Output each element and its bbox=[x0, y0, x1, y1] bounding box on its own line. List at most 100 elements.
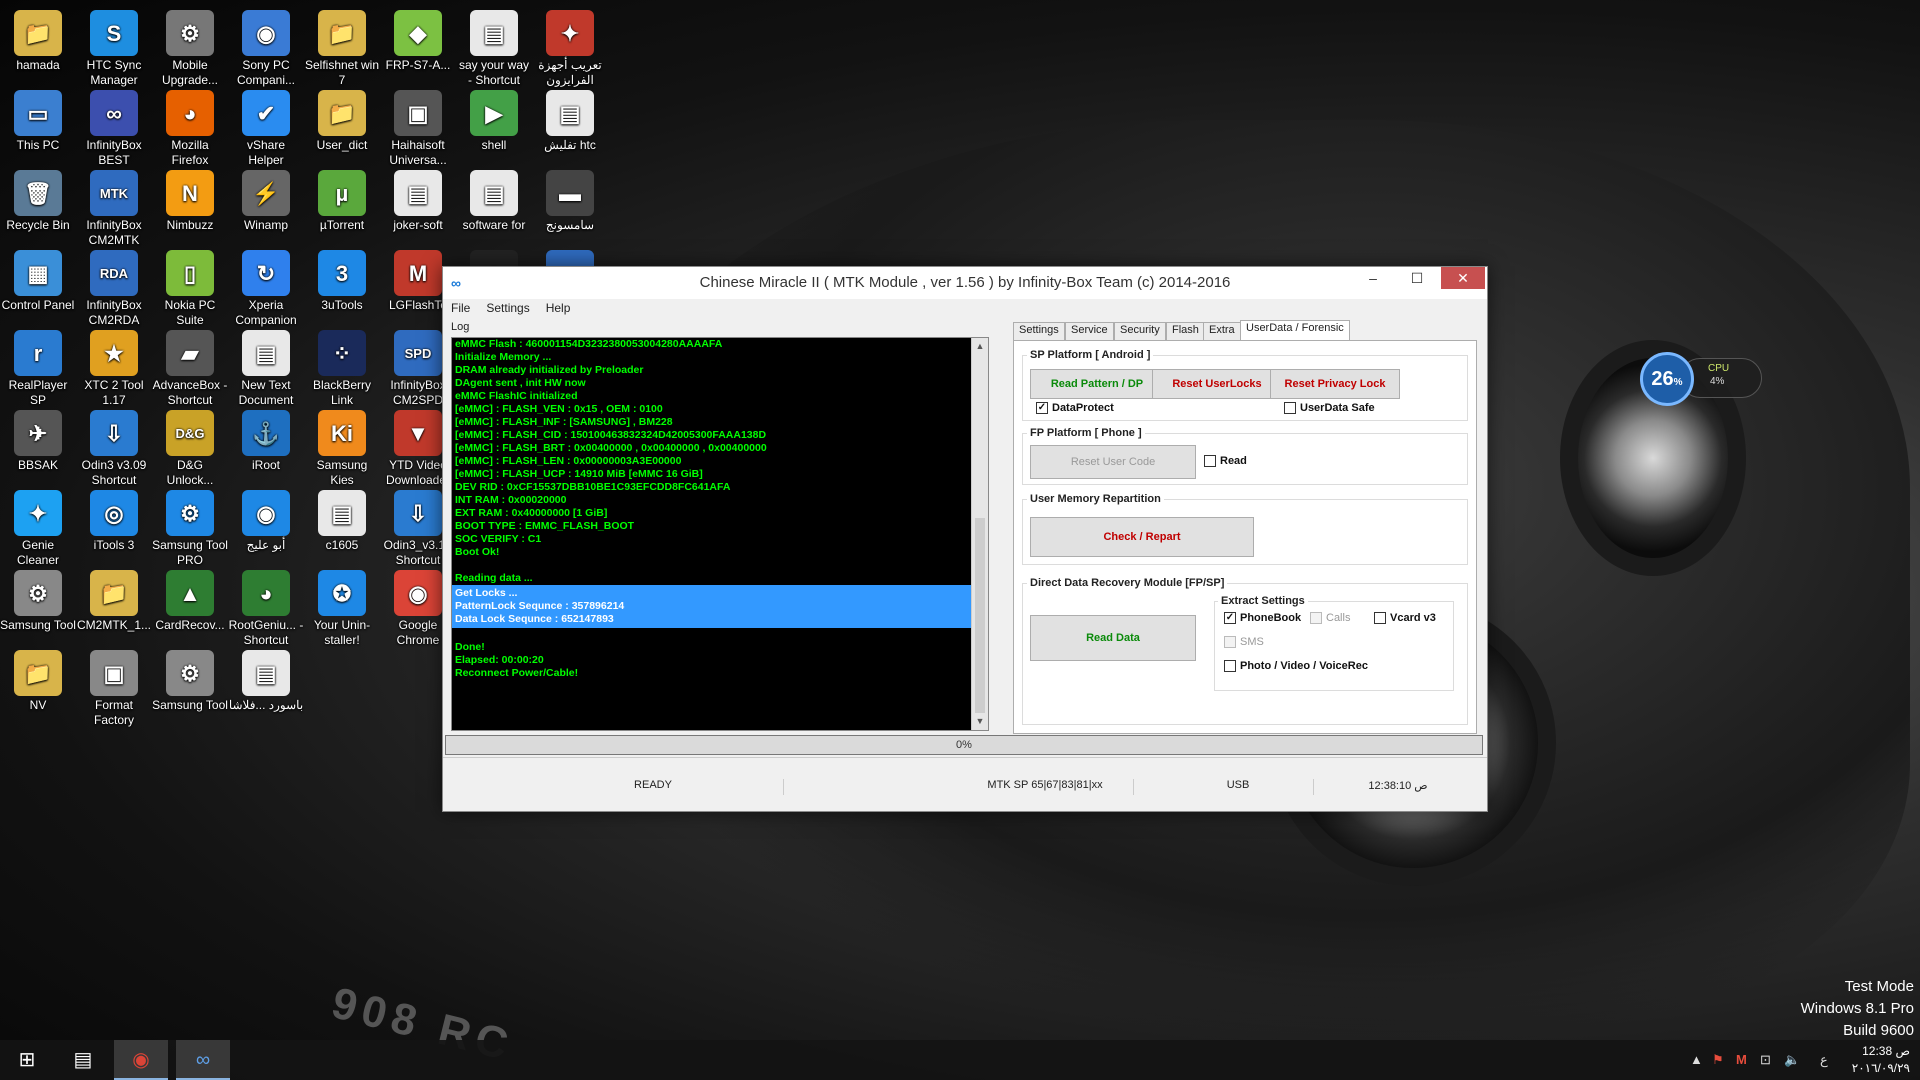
log-panel[interactable]: eMMC Flash : 460001154D3232380053004280A… bbox=[451, 337, 989, 731]
desktop-icon[interactable]: ◕ Mozilla Firefox bbox=[152, 84, 228, 168]
log-scrollbar[interactable]: ▲ ▼ bbox=[971, 338, 988, 730]
desktop-icon[interactable]: 📁 CM2MTK_1... bbox=[76, 564, 152, 633]
tab-service[interactable]: Service bbox=[1065, 322, 1114, 341]
desktop-icon[interactable]: ◉ أبو عليج bbox=[228, 484, 304, 553]
close-button[interactable]: ✕ bbox=[1441, 267, 1485, 289]
desktop-icon[interactable]: ▤ باسورد ...فلاشا bbox=[228, 644, 304, 713]
desktop-icon[interactable]: ◕ RootGeniu... - Shortcut bbox=[228, 564, 304, 648]
desktop-icon[interactable]: 📁 hamada bbox=[0, 4, 76, 73]
desktop-icon[interactable]: ✔ vShare Helper bbox=[228, 84, 304, 168]
sandbox-icon[interactable]: ▤ bbox=[56, 1040, 110, 1080]
desktop-icon[interactable]: ▤ say your way - Shortcut bbox=[456, 4, 532, 88]
userdata-safe-checkbox[interactable]: UserData Safe bbox=[1284, 402, 1375, 414]
minimize-button[interactable]: – bbox=[1351, 267, 1395, 289]
desktop-icon[interactable]: ★ XTC 2 Tool 1.17 bbox=[76, 324, 152, 408]
read-pattern-button[interactable]: Read Pattern / DP bbox=[1030, 369, 1164, 399]
desktop-icon[interactable]: ⚙ Samsung Tool bbox=[0, 564, 76, 633]
dataprotect-checkbox[interactable]: ✓ DataProtect bbox=[1036, 402, 1114, 414]
tab-extra[interactable]: Extra bbox=[1203, 322, 1241, 341]
reset-user-code-button[interactable]: Reset User Code bbox=[1030, 445, 1196, 479]
desktop-icon[interactable]: 📁 NV bbox=[0, 644, 76, 713]
desktop-icon[interactable]: ⁘ BlackBerry Link bbox=[304, 324, 380, 408]
desktop-icon[interactable]: ▤ تفليش htc bbox=[532, 84, 608, 153]
tab-settings[interactable]: Settings bbox=[1013, 322, 1065, 341]
tab-flash[interactable]: Flash bbox=[1166, 322, 1205, 341]
desktop-icon[interactable]: ⚓ iRoot bbox=[228, 404, 304, 473]
desktop-icon[interactable]: ▭ This PC bbox=[0, 84, 76, 153]
menu-file[interactable]: File bbox=[443, 299, 478, 315]
reset-privacy-lock-button[interactable]: Reset Privacy Lock bbox=[1270, 369, 1400, 399]
tray-volume-icon[interactable]: 🔈 bbox=[1784, 1040, 1800, 1080]
desktop-icon[interactable]: D&G D&G Unlock... bbox=[152, 404, 228, 488]
chrome-icon[interactable]: ◉ bbox=[114, 1040, 168, 1080]
desktop-icon[interactable]: 🗑 Recycle Bin bbox=[0, 164, 76, 233]
desktop-icon[interactable]: ⇩ Odin3 v3.09 Shortcut bbox=[76, 404, 152, 488]
desktop-icon[interactable]: ✦ تعريب أجهزة الفرايزون bbox=[532, 4, 608, 88]
desktop-icon[interactable]: 📁 Selfishnet win 7 bbox=[304, 4, 380, 88]
tray-chevron-icon[interactable]: ▲ bbox=[1690, 1040, 1703, 1080]
start-icon[interactable]: ⊞ bbox=[0, 1040, 54, 1080]
photo-video-checkbox[interactable]: Photo / Video / VoiceRec bbox=[1224, 660, 1368, 672]
desktop-icon[interactable]: ▤ joker-soft bbox=[380, 164, 456, 233]
reset-userlocks-button[interactable]: Reset UserLocks bbox=[1152, 369, 1282, 399]
scroll-up-icon[interactable]: ▲ bbox=[972, 340, 988, 353]
desktop-icon[interactable]: ▣ Haihaisoft Universa... bbox=[380, 84, 456, 168]
desktop-icon[interactable]: µ µTorrent bbox=[304, 164, 380, 233]
desktop-icon[interactable]: ▦ Control Panel bbox=[0, 244, 76, 313]
desktop-icon[interactable]: ▤ c1605 bbox=[304, 484, 380, 553]
desktop-icon[interactable]: Ki Samsung Kies bbox=[304, 404, 380, 488]
desktop-icon[interactable]: ▰ AdvanceBox - Shortcut bbox=[152, 324, 228, 408]
cm2-icon[interactable]: ∞ bbox=[176, 1040, 230, 1080]
desktop-icon[interactable]: ▤ software for bbox=[456, 164, 532, 233]
menu-settings[interactable]: Settings bbox=[478, 299, 537, 315]
desktop-icon[interactable]: ✦ Genie Cleaner bbox=[0, 484, 76, 568]
tab-security[interactable]: Security bbox=[1114, 322, 1166, 341]
tray-network-icon[interactable]: ⊡ bbox=[1760, 1040, 1771, 1080]
desktop-icon[interactable]: RDA InfinityBox CM2RDA bbox=[76, 244, 152, 328]
desktop-icon[interactable]: ⚡ Winamp bbox=[228, 164, 304, 233]
tray-flag-icon[interactable]: ⚑ bbox=[1712, 1040, 1724, 1080]
cpu-gadget[interactable]: 26% CPU 4% bbox=[1640, 352, 1762, 406]
menu-help[interactable]: Help bbox=[538, 299, 579, 315]
title-bar[interactable]: ∞ Chinese Miracle II ( MTK Module , ver … bbox=[443, 267, 1487, 299]
desktop-icon[interactable]: ▲ CardRecov... bbox=[152, 564, 228, 633]
desktop-icon[interactable]: ✈ BBSAK bbox=[0, 404, 76, 473]
vcard-checkbox[interactable]: Vcard v3 bbox=[1374, 612, 1436, 624]
desktop-icon[interactable]: ⚙ Samsung Tool bbox=[152, 644, 228, 713]
desktop-icon[interactable]: ▣ Format Factory bbox=[76, 644, 152, 728]
desktop-icon[interactable]: ▶ shell bbox=[456, 84, 532, 153]
desktop-icon[interactable]: 📁 User_dict bbox=[304, 84, 380, 153]
taskbar-clock[interactable]: 12:38 ص ٢٠١٦/٠٩/٢٩ bbox=[1852, 1043, 1910, 1077]
desktop-icon[interactable]: ▬ سامسونج bbox=[532, 164, 608, 233]
watermark-line2: Windows 8.1 Pro bbox=[1800, 1000, 1914, 1017]
desktop-icon[interactable]: ◎ iTools 3 bbox=[76, 484, 152, 553]
app-icon: ◉ bbox=[242, 10, 290, 56]
read-checkbox[interactable]: Read bbox=[1204, 455, 1247, 467]
tray-language[interactable]: ع bbox=[1820, 1040, 1828, 1080]
desktop-icon[interactable]: S HTC Sync Manager bbox=[76, 4, 152, 88]
sms-checkbox[interactable]: SMS bbox=[1224, 636, 1264, 648]
desktop-icon[interactable]: MTK InfinityBox CM2MTK bbox=[76, 164, 152, 248]
desktop-icon[interactable]: r RealPlayer SP bbox=[0, 324, 76, 408]
desktop-icon[interactable]: ✪ Your Unin-staller! bbox=[304, 564, 380, 648]
tab-userdata-forensic[interactable]: UserData / Forensic bbox=[1240, 320, 1350, 341]
desktop-icon[interactable]: 3 3uTools bbox=[304, 244, 380, 313]
check-repart-button[interactable]: Check / Repart bbox=[1030, 517, 1254, 557]
desktop-icon[interactable]: ⚙ Samsung Tool PRO bbox=[152, 484, 228, 568]
desktop-icon[interactable]: ↻ Xperia Companion bbox=[228, 244, 304, 328]
desktop-icon[interactable]: ◉ Sony PC Compani... bbox=[228, 4, 304, 88]
desktop-icon[interactable]: ⚙ Mobile Upgrade... bbox=[152, 4, 228, 88]
maximize-button[interactable]: ☐ bbox=[1395, 267, 1439, 289]
desktop-icon[interactable]: ▯ Nokia PC Suite bbox=[152, 244, 228, 328]
desktop-icon[interactable]: N Nimbuzz bbox=[152, 164, 228, 233]
read-data-button[interactable]: Read Data bbox=[1030, 615, 1196, 661]
desktop-icon[interactable]: ▤ New Text Document bbox=[228, 324, 304, 408]
calls-checkbox[interactable]: Calls bbox=[1310, 612, 1350, 624]
desktop-icon[interactable]: ◆ FRP-S7-A... bbox=[380, 4, 456, 73]
tray-gmail-icon[interactable]: M bbox=[1736, 1040, 1747, 1080]
scroll-down-icon[interactable]: ▼ bbox=[972, 715, 988, 728]
phonebook-checkbox[interactable]: ✓ PhoneBook bbox=[1224, 612, 1301, 624]
desktop-icon[interactable]: ∞ InfinityBox BEST bbox=[76, 84, 152, 168]
scroll-thumb[interactable] bbox=[975, 518, 985, 713]
app-icon: RDA bbox=[90, 250, 138, 296]
